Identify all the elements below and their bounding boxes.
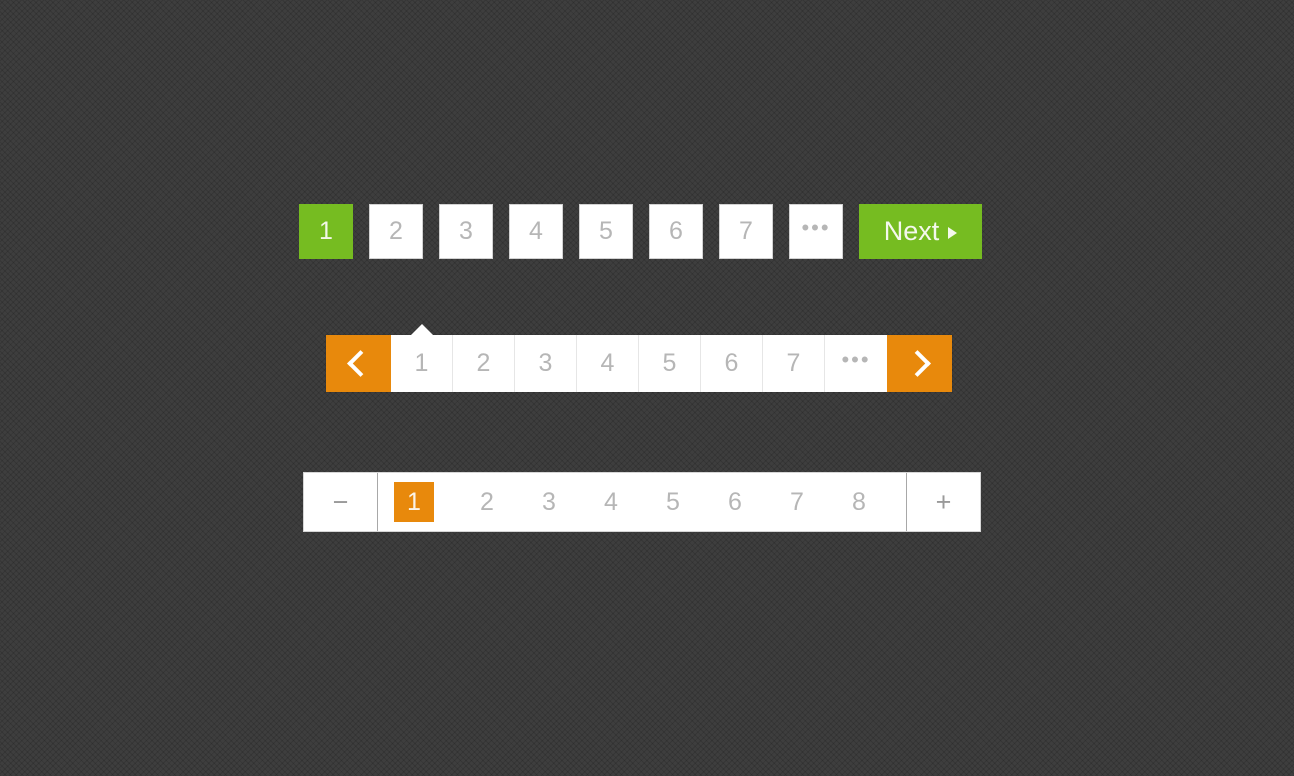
stepper-orange-pagination: − 1 2 3 4 5 6 7 8 +	[303, 472, 981, 532]
chevron-right-icon	[903, 350, 931, 377]
caret-right-icon	[948, 226, 958, 239]
page-button-6[interactable]: 6	[704, 488, 766, 517]
page-button-1[interactable]: 1	[299, 204, 353, 259]
page-button-2[interactable]: 2	[369, 204, 423, 259]
page-button-4[interactable]: 4	[577, 335, 639, 392]
previous-page-button[interactable]	[326, 335, 391, 392]
increment-page-button[interactable]: +	[906, 473, 980, 531]
page-button-1[interactable]: 1	[391, 324, 453, 392]
page-button-2[interactable]: 2	[453, 335, 515, 392]
page-number-list: 1 2 3 4 5 6 7 8	[378, 473, 906, 531]
active-page-notch-icon	[410, 324, 433, 335]
ellipsis-button[interactable]: •••	[789, 204, 843, 259]
page-button-3[interactable]: 3	[515, 335, 577, 392]
page-button-5[interactable]: 5	[579, 204, 633, 259]
page-button-5[interactable]: 5	[642, 488, 704, 517]
page-button-7[interactable]: 7	[766, 488, 828, 517]
page-button-5[interactable]: 5	[639, 335, 701, 392]
decrement-page-button[interactable]: −	[304, 473, 378, 531]
page-button-7[interactable]: 7	[763, 335, 825, 392]
next-page-button[interactable]	[887, 335, 952, 392]
page-button-4[interactable]: 4	[509, 204, 563, 259]
next-page-label: Next	[883, 216, 940, 246]
ellipsis-button[interactable]: •••	[825, 335, 887, 392]
page-button-6[interactable]: 6	[701, 335, 763, 392]
chevron-left-icon	[347, 350, 374, 377]
page-button-3[interactable]: 3	[439, 204, 493, 259]
pagination-showcase: 1 2 3 4 5 6 7 ••• Next 1 2 3 4 5 6 7 •••…	[0, 0, 1294, 776]
page-button-3[interactable]: 3	[518, 488, 580, 517]
page-button-1[interactable]: 1	[394, 482, 434, 522]
page-button-8[interactable]: 8	[828, 488, 890, 517]
page-label: 1	[414, 349, 429, 377]
next-page-button[interactable]: Next	[859, 204, 982, 259]
page-button-2[interactable]: 2	[456, 488, 518, 517]
page-button-4[interactable]: 4	[580, 488, 642, 517]
page-button-7[interactable]: 7	[719, 204, 773, 259]
page-button-6[interactable]: 6	[649, 204, 703, 259]
joined-orange-pagination: 1 2 3 4 5 6 7 •••	[326, 324, 952, 392]
boxed-green-pagination: 1 2 3 4 5 6 7 ••• Next	[299, 204, 982, 259]
